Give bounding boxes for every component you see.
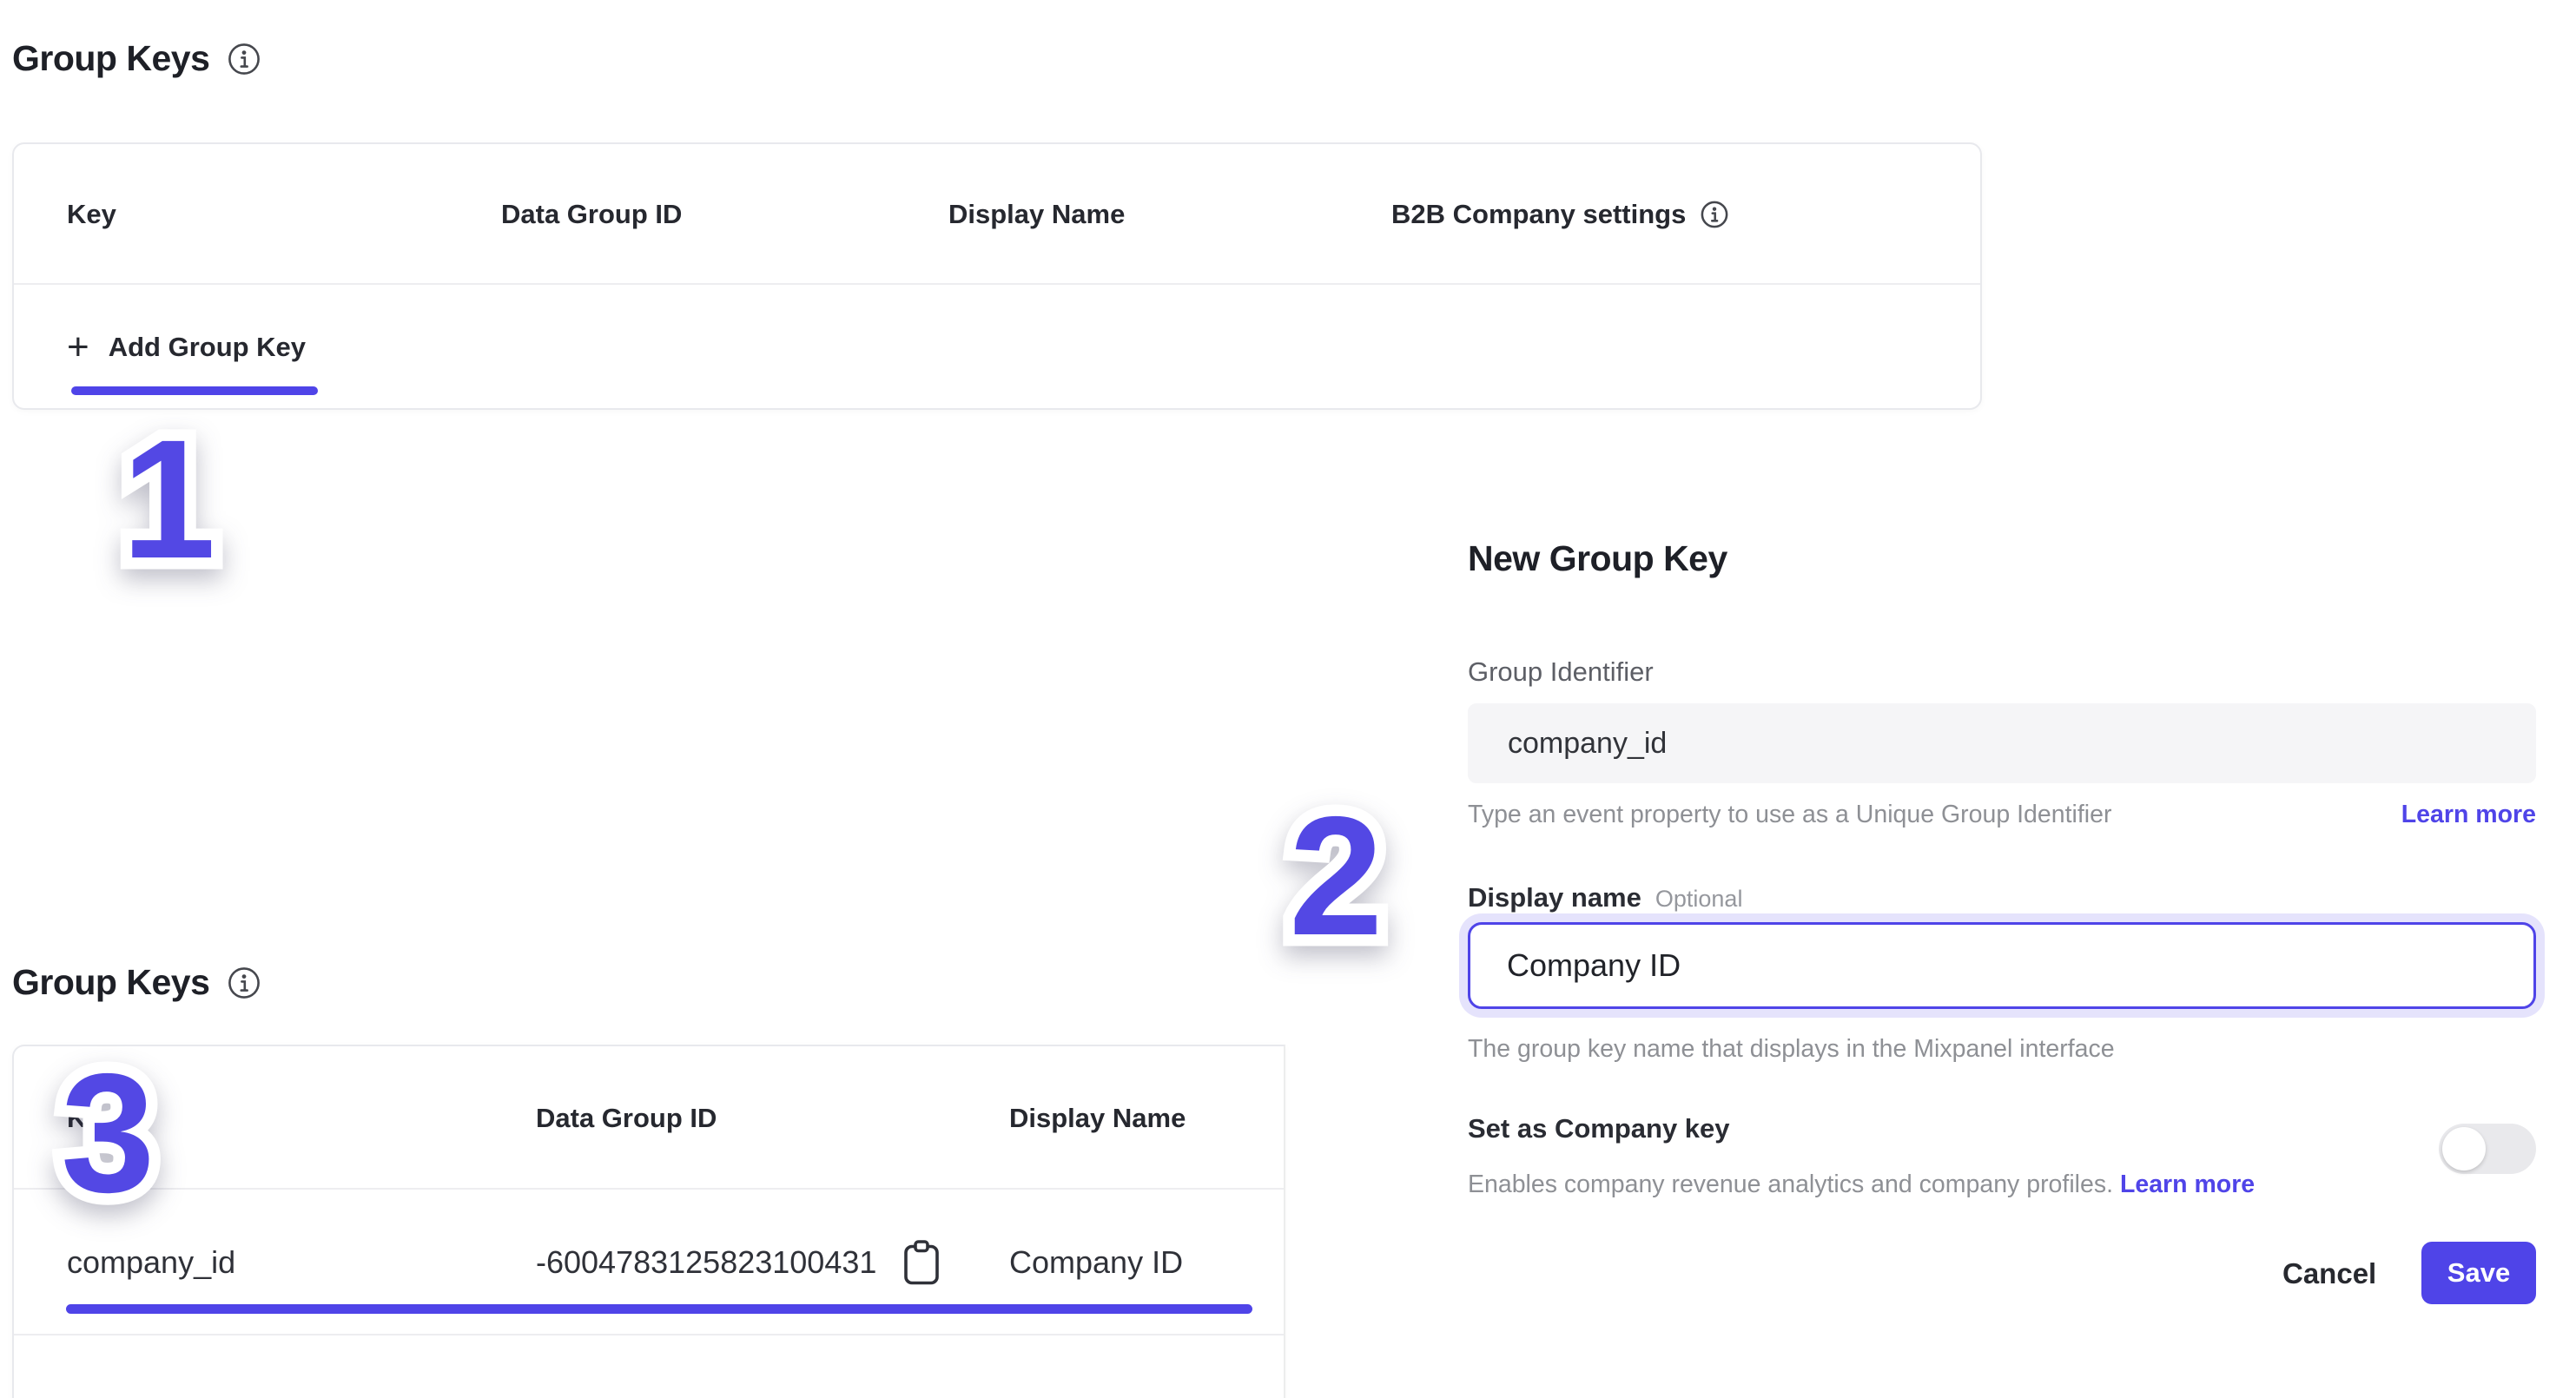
annotation-number: 1	[122, 405, 212, 594]
group-identifier-helper: Type an event property to use as a Uniqu…	[1468, 801, 2111, 829]
column-header-display-name: Display Name	[948, 144, 1125, 285]
page-title: Group Keys	[12, 38, 209, 79]
info-icon[interactable]	[227, 966, 261, 1000]
save-button[interactable]: Save	[2421, 1242, 2536, 1304]
toggle-knob	[2442, 1127, 2486, 1170]
group-keys-settings-page: Group Keys Key Data Group ID Display Nam…	[0, 0, 2576, 1398]
column-header-label: Display Name	[948, 199, 1125, 230]
company-key-helper: Enables company revenue analytics and co…	[1468, 1170, 2113, 1198]
column-header-data-group-id: Data Group ID	[536, 1046, 717, 1190]
display-name-input[interactable]: Company ID	[1468, 922, 2536, 1009]
annotation-step-2: 2 2	[1289, 792, 1379, 961]
annotation-step-1: 1 1	[122, 415, 212, 584]
cell-value: -6004783125823100431	[536, 1244, 876, 1281]
group-identifier-label: Group Identifier	[1468, 656, 1654, 688]
group-keys-table-card: Key Data Group ID Display Name B2B Compa…	[12, 142, 1982, 410]
column-header-b2b-settings: B2B Company settings	[1391, 144, 1729, 285]
column-header-label: Key	[67, 199, 116, 230]
annotation-number: 3	[61, 1039, 151, 1228]
form-title: New Group Key	[1468, 538, 1727, 579]
group-identifier-input[interactable]: company_id	[1468, 703, 2536, 783]
display-name-label: Display name	[1468, 882, 1641, 913]
cancel-button[interactable]: Cancel	[2282, 1257, 2376, 1290]
page-title: Group Keys	[12, 962, 209, 1003]
table-header-row: Key Data Group ID Display Name	[14, 1046, 1284, 1190]
annotation-underline-add-group-key	[71, 386, 318, 395]
info-icon[interactable]	[227, 42, 261, 76]
cell-value: company_id	[67, 1244, 235, 1281]
cell-value: Company ID	[1009, 1244, 1183, 1281]
column-header-label: Data Group ID	[501, 199, 682, 230]
company-key-helper-row: Enables company revenue analytics and co…	[1468, 1170, 2255, 1199]
column-header-label: Display Name	[1009, 1103, 1186, 1134]
column-header-display-name: Display Name	[1009, 1046, 1186, 1190]
column-header-label: B2B Company settings	[1391, 199, 1686, 230]
group-keys-table-card: Key Data Group ID Display Name company_i…	[12, 1045, 1285, 1398]
table-header-row: Key Data Group ID Display Name B2B Compa…	[14, 144, 1980, 285]
display-name-value: Company ID	[1507, 947, 1681, 984]
learn-more-link[interactable]: Learn more	[2120, 1170, 2255, 1198]
section2-heading: Group Keys	[12, 962, 261, 1003]
group-identifier-helper-row: Type an event property to use as a Uniqu…	[1468, 801, 2536, 829]
section1-heading: Group Keys	[12, 38, 261, 79]
column-header-label: Data Group ID	[536, 1103, 717, 1134]
display-name-helper: The group key name that displays in the …	[1468, 1035, 2115, 1064]
plus-icon: +	[67, 328, 89, 366]
info-icon[interactable]	[1700, 200, 1729, 229]
company-key-label: Set as Company key	[1468, 1113, 1730, 1144]
annotation-underline-group-key-row	[66, 1304, 1252, 1314]
group-identifier-value: company_id	[1508, 727, 1667, 761]
display-name-label-row: Display name Optional	[1468, 882, 1742, 913]
copy-icon[interactable]	[902, 1239, 941, 1286]
column-header-key: Key	[67, 144, 116, 285]
company-key-toggle[interactable]	[2439, 1124, 2536, 1174]
column-header-data-group-id: Data Group ID	[501, 144, 682, 285]
learn-more-link[interactable]: Learn more	[2401, 801, 2536, 829]
optional-tag: Optional	[1655, 886, 1743, 913]
annotation-step-3: 3 3	[61, 1049, 151, 1218]
annotation-number: 2	[1289, 781, 1379, 971]
add-group-key-label: Add Group Key	[109, 332, 306, 363]
